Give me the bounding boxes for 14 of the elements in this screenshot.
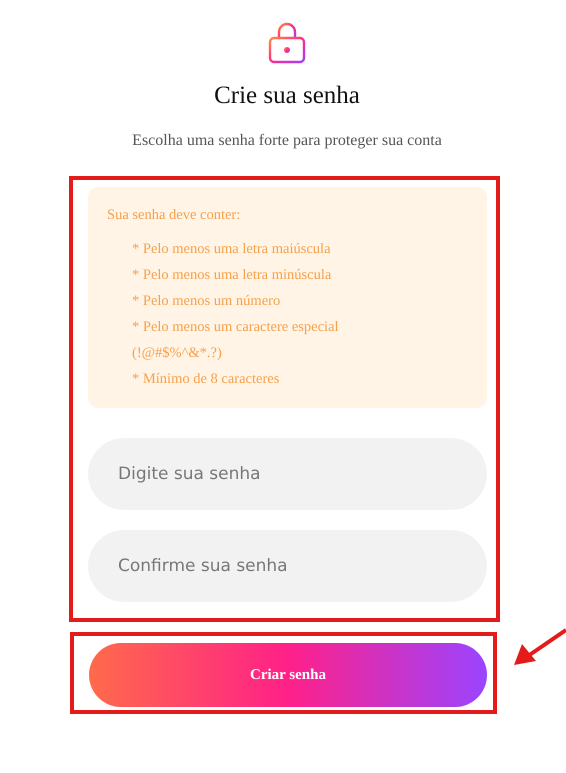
- requirement-text: * Pelo menos um número: [132, 292, 282, 311]
- lock-icon: [267, 22, 307, 64]
- requirements-heading: Sua senha deve conter:: [107, 207, 242, 224]
- page-title: Crie sua senha: [214, 82, 360, 110]
- subtitle: Escolha uma senha forte para proteger sua conta: [132, 132, 442, 150]
- requirement-text: * Mínimo de 8 caracteres: [132, 370, 280, 389]
- password-field[interactable]: Digite sua senha: [88, 438, 487, 510]
- requirement-text: * Pelo menos um caractere especial: [132, 318, 340, 337]
- arrow-icon: [514, 628, 566, 668]
- requirement-text: * Pelo menos uma letra minúscula: [132, 266, 332, 285]
- create-password-button[interactable]: Criar senha: [89, 643, 487, 707]
- password-field[interactable]: Confirme sua senha: [88, 530, 487, 602]
- requirement-text: (!@#$%^&*.?): [132, 344, 223, 363]
- requirement-text: * Pelo menos uma letra maiúscula: [132, 240, 332, 259]
